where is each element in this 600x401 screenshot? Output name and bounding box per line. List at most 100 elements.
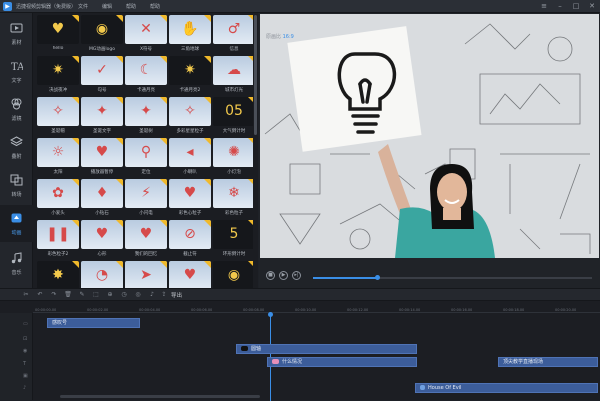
close-icon[interactable]: ✕	[587, 2, 597, 10]
ratio-value[interactable]: 16:9	[283, 34, 294, 40]
split-icon[interactable]: ✂	[22, 291, 30, 299]
menu-help-2[interactable]: 帮助	[150, 3, 160, 10]
mic-icon[interactable]: ♪	[148, 291, 156, 299]
time-ruler[interactable]: 00:00:00.00 00:00:02.00 00:00:04.00 00:00:0…	[33, 301, 600, 313]
tile-caption: MG动画logo	[89, 47, 115, 52]
tile-caption: 三角地球	[181, 47, 199, 52]
animation-tile[interactable]: ✦ 圣诞文字	[81, 97, 123, 135]
preview-panel: ■ ▶ ▸| 原画比 16:9	[259, 13, 600, 288]
seek-handle[interactable]	[375, 275, 380, 280]
animation-tile[interactable]: ♥ 我们的回忆	[125, 220, 167, 258]
sidebar-item-music[interactable]: 音乐	[0, 245, 33, 282]
sidebar-item-text[interactable]: TA 文字	[0, 53, 33, 90]
tile-caption: 卡通月亮	[137, 88, 155, 93]
redo-icon[interactable]: ↷	[50, 291, 58, 299]
animation-tile[interactable]: ✷ 卡通月亮2	[169, 56, 211, 94]
library-scrollbar[interactable]	[253, 13, 258, 288]
animation-tile[interactable]: ◂ 小喇叭	[169, 138, 211, 176]
animation-tile[interactable]: ◉	[213, 261, 255, 288]
tile-thumbnail: ⚲	[125, 138, 167, 167]
eye-icon[interactable]: ◉	[23, 348, 29, 354]
timeline-clip[interactable]: 圆轴	[236, 344, 417, 354]
premium-badge-icon	[160, 138, 167, 145]
zoom-icon[interactable]: ⊕	[106, 291, 114, 299]
animation-tile[interactable]: ⊘ 截止符	[169, 220, 211, 258]
sidebar-label: 叠附	[11, 154, 22, 160]
record-icon[interactable]: ◎	[134, 291, 142, 299]
delete-icon[interactable]: 🗑	[64, 291, 72, 299]
overlay-track-icon[interactable]: ▣	[23, 373, 29, 379]
timeline-clip[interactable]: 感叹号	[47, 318, 140, 328]
tile-thumbnail: ♥	[81, 220, 123, 249]
animation-tile[interactable]: ◔	[81, 261, 123, 288]
export-button[interactable]: 导出	[171, 291, 182, 299]
animation-tile[interactable]: ✸	[37, 261, 79, 288]
animation-tile[interactable]: ❚❚ 彩色粒子2	[37, 220, 79, 258]
music-track-icon[interactable]: ♪	[23, 385, 29, 391]
animation-tile[interactable]: ♦ 小钻石	[81, 179, 123, 217]
animation-tile[interactable]: ☁ 城市灯光	[213, 56, 255, 94]
sidebar-label: 素材	[11, 40, 22, 46]
maximize-icon[interactable]: □	[571, 2, 581, 10]
minimize-icon[interactable]: –	[555, 2, 565, 10]
sidebar-item-animation[interactable]: 动画	[0, 205, 33, 242]
animation-tile[interactable]: ➤	[125, 261, 167, 288]
animation-tile[interactable]: ✓ 勾号	[81, 56, 123, 94]
stop-icon[interactable]: ■	[266, 271, 275, 280]
animation-tile[interactable]: ♥ 彩色心粒子	[169, 179, 211, 217]
tile-caption: 大气倒计时	[222, 129, 246, 134]
animation-tile[interactable]: ♥ hello	[37, 15, 79, 53]
animation-tile[interactable]: ✺ 小灯泡	[213, 138, 255, 176]
sidebar-item-media[interactable]: 素材	[0, 15, 33, 52]
animation-tile[interactable]: ✧ 多彩星星粒子	[169, 97, 211, 135]
menu-icon[interactable]: ≡	[539, 2, 549, 10]
timeline-clip[interactable]: 顶尖教学直播现场	[498, 357, 598, 367]
tile-thumbnail: ✸	[37, 261, 79, 288]
sidebar-item-filter[interactable]: 滤镜	[0, 91, 33, 128]
animation-tile[interactable]: ♂ 信息	[213, 15, 255, 53]
premium-badge-icon	[116, 138, 123, 145]
sidebar-item-overlay[interactable]: 叠附	[0, 129, 33, 166]
text-track-icon[interactable]: T	[23, 361, 29, 367]
speed-icon[interactable]: ◷	[120, 291, 128, 299]
skip-icon[interactable]: ▸|	[292, 271, 301, 280]
animation-tile[interactable]: ☼ 太阳	[37, 138, 79, 176]
timeline-scrollbar[interactable]	[60, 395, 260, 398]
tile-thumbnail: ♥	[169, 261, 211, 288]
library-scroll-thumb[interactable]	[254, 15, 257, 135]
video-track-icon[interactable]: ▭	[23, 321, 29, 327]
timeline-clip[interactable]: 什么情况	[267, 357, 417, 367]
animation-tile[interactable]: ◉ MG动画logo	[81, 15, 123, 53]
tile-caption: X符号	[139, 47, 153, 52]
animation-tile[interactable]: ✷ 决战夜冲	[37, 56, 79, 94]
menu-edit[interactable]: 编辑	[102, 3, 112, 10]
animation-tile[interactable]: ✧ 圣诞帽	[37, 97, 79, 135]
crop-icon[interactable]: ⬚	[92, 291, 100, 299]
animation-tile[interactable]: 5 环形倒计时	[213, 220, 255, 258]
animation-tile[interactable]: ✋ 三角地球	[169, 15, 211, 53]
play-icon[interactable]: ▶	[279, 271, 288, 280]
menu-help[interactable]: 帮助	[126, 3, 136, 10]
animation-tile[interactable]: ✿ 小爱头	[37, 179, 79, 217]
animation-tile[interactable]: ✕ X符号	[125, 15, 167, 53]
animation-tile[interactable]: ☾ 卡通月亮	[125, 56, 167, 94]
undo-icon[interactable]: ↶	[36, 291, 44, 299]
lock-icon[interactable]: ⊡	[23, 336, 29, 342]
tile-caption: 我们的回忆	[134, 252, 158, 257]
animation-tile[interactable]: ❄ 彩色粒子	[213, 179, 255, 217]
animation-tile[interactable]: ♥ 心形	[81, 220, 123, 258]
timeline-clip[interactable]: House Of Evil	[415, 383, 598, 393]
animation-tile[interactable]: ⚡ 小闪电	[125, 179, 167, 217]
animation-tile[interactable]: ✦ 圣诞树	[125, 97, 167, 135]
animation-tile[interactable]: ♥ 播放器暂停	[81, 138, 123, 176]
menu-file[interactable]: 文件	[78, 3, 88, 10]
animation-tile[interactable]: ♥	[169, 261, 211, 288]
edit-icon[interactable]: ✎	[78, 291, 86, 299]
animation-tile[interactable]: ⚲ 定位	[125, 138, 167, 176]
sidebar-label: 音乐	[11, 270, 22, 276]
tile-caption: 彩色粒子	[225, 211, 243, 216]
sidebar-item-transition[interactable]: 转场	[0, 167, 33, 204]
animation-tile[interactable]: 05 大气倒计时	[213, 97, 255, 135]
premium-badge-icon	[72, 97, 79, 104]
export-icon[interactable]: ⇪	[160, 291, 168, 299]
